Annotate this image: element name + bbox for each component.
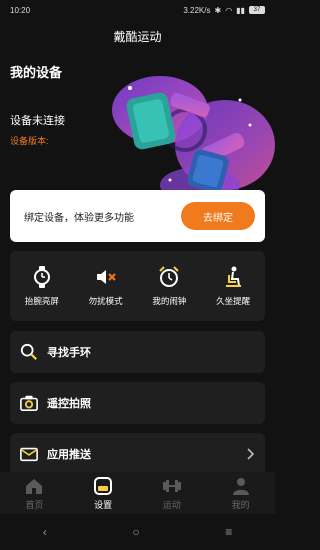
feature-grid: 抬腕亮屏 勿扰模式 我的闹钟 久坐提醒	[10, 251, 265, 321]
feature-label: 抬腕亮屏	[24, 296, 59, 306]
tab-label: 首页	[25, 499, 44, 510]
tab-label: 设置	[94, 499, 113, 510]
settings-device-icon	[94, 476, 113, 495]
bind-prompt-text: 绑定设备，体验更多功能	[24, 212, 134, 224]
signal-icon: ▮▮	[236, 5, 245, 15]
sitting-person-icon	[226, 266, 242, 287]
status-bar: 10:20 3.22K/s ✱ ◠ ▮▮ 37	[0, 0, 275, 20]
home-icon	[26, 478, 43, 494]
watch-icon	[33, 266, 50, 288]
app-push-row[interactable]: 应用推送	[10, 433, 265, 475]
find-band-row[interactable]: 寻找手环	[10, 331, 265, 373]
tab-settings[interactable]: 设置	[78, 476, 128, 511]
search-icon	[20, 343, 37, 360]
chevron-right-icon	[247, 448, 255, 460]
feature-alarm[interactable]: 我的闹钟	[139, 265, 199, 307]
smartwatch-illustration	[112, 76, 275, 203]
person-icon	[232, 477, 249, 495]
list-item-label: 寻找手环	[47, 347, 91, 359]
tab-mine[interactable]: 我的	[216, 476, 266, 511]
remote-camera-row[interactable]: 遥控拍照	[10, 382, 265, 424]
mute-speaker-icon	[96, 270, 116, 284]
status-time: 10:20	[10, 5, 31, 15]
feature-label: 久坐提醒	[216, 296, 251, 306]
bluetooth-icon: ✱	[214, 5, 222, 15]
tab-label: 我的	[231, 499, 250, 510]
feature-do-not-disturb[interactable]: 勿扰模式	[76, 265, 136, 307]
network-speed: 3.22K/s	[183, 5, 211, 15]
tab-label: 运动	[162, 499, 181, 510]
feature-label: 勿扰模式	[88, 296, 123, 306]
device-status: 设备未连接	[10, 115, 65, 127]
back-button[interactable]: ‹	[43, 525, 47, 539]
status-indicators: 3.22K/s ✱ ◠ ▮▮ 37	[183, 6, 265, 15]
list-item-label: 应用推送	[47, 449, 91, 461]
bind-button[interactable]: 去绑定	[181, 202, 255, 230]
feature-raise-wrist[interactable]: 抬腕亮屏	[12, 265, 72, 307]
wifi-icon: ◠	[225, 5, 233, 15]
feature-label: 我的闹钟	[152, 296, 187, 306]
feature-sedentary-reminder[interactable]: 久坐提醒	[203, 265, 263, 307]
device-version-label: 设备版本:	[10, 136, 49, 146]
bottom-tab-bar: 首页 设置 运动 我的	[0, 472, 275, 514]
dumbbell-icon	[162, 479, 181, 492]
home-button[interactable]: ○	[132, 525, 139, 539]
camera-icon	[20, 395, 38, 412]
alarm-clock-icon	[159, 266, 180, 287]
tab-home[interactable]: 首页	[9, 476, 59, 511]
list-item-label: 遥控拍照	[47, 398, 91, 410]
envelope-icon	[20, 447, 38, 462]
battery-icon: 37	[249, 6, 265, 14]
system-nav-bar: ‹ ○ ≡	[0, 514, 275, 550]
bind-device-card: 绑定设备，体验更多功能 去绑定	[10, 190, 265, 242]
tab-sport[interactable]: 运动	[147, 476, 197, 511]
app-title: 戴酷运动	[113, 30, 162, 44]
recent-apps-button[interactable]: ≡	[225, 525, 232, 539]
section-title: 我的设备	[10, 65, 63, 80]
